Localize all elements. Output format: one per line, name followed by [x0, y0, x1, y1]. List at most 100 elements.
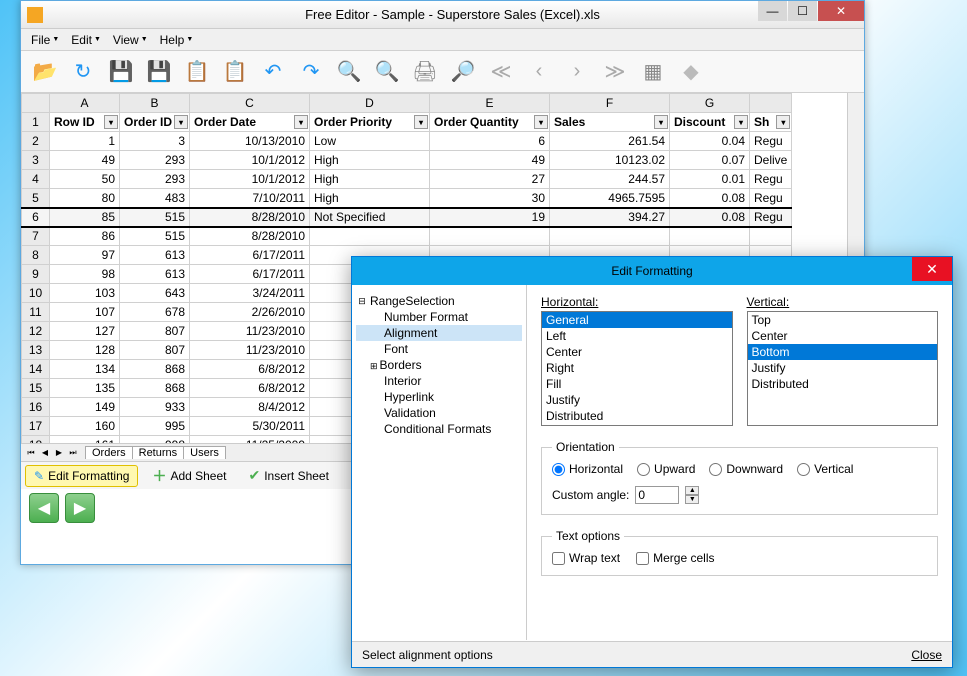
merge-cells-input[interactable]: [636, 552, 649, 565]
zoom-in-icon[interactable]: 🔍: [335, 58, 363, 86]
sheet-tab[interactable]: Orders: [85, 446, 133, 459]
cell[interactable]: 6: [430, 132, 550, 151]
prev-icon[interactable]: ‹: [525, 58, 553, 86]
cell[interactable]: 293: [120, 170, 190, 189]
menu-help[interactable]: Help▼: [154, 31, 200, 49]
collapse-icon[interactable]: ⊟: [356, 296, 368, 307]
list-item[interactable]: Center Across Selection: [542, 424, 732, 426]
filter-dropdown-icon[interactable]: ▾: [534, 115, 548, 129]
filter-dropdown-icon[interactable]: ▾: [294, 115, 308, 129]
column-header-cell[interactable]: Order Priority▾: [310, 113, 430, 132]
tab-first-icon[interactable]: ⏮: [25, 447, 37, 459]
col-header[interactable]: [750, 94, 792, 113]
paste-icon[interactable]: 📋: [221, 58, 249, 86]
list-item[interactable]: Left: [542, 328, 732, 344]
radio-downward-input[interactable]: [709, 463, 722, 476]
row-header[interactable]: 13: [22, 341, 50, 360]
cell[interactable]: 6/17/2011: [190, 246, 310, 265]
cell[interactable]: 0.04: [670, 132, 750, 151]
shapes-icon[interactable]: ◆: [677, 58, 705, 86]
edit-formatting-button[interactable]: ✎Edit Formatting: [25, 465, 138, 487]
row-header[interactable]: 7: [22, 227, 50, 246]
nav-back-button[interactable]: ◀: [29, 493, 59, 523]
cell[interactable]: 49: [430, 151, 550, 170]
cell[interactable]: High: [310, 170, 430, 189]
cell[interactable]: 50: [50, 170, 120, 189]
cell[interactable]: [430, 227, 550, 246]
tree-item[interactable]: Hyperlink: [356, 389, 522, 405]
zoom-out-icon[interactable]: 🔍: [373, 58, 401, 86]
last-icon[interactable]: ≫: [601, 58, 629, 86]
cell[interactable]: Low: [310, 132, 430, 151]
sheet-tab[interactable]: Returns: [132, 446, 185, 459]
cell[interactable]: 10123.02: [550, 151, 670, 170]
cell[interactable]: 0.08: [670, 208, 750, 227]
tree-item[interactable]: Borders: [356, 357, 522, 373]
menu-edit[interactable]: Edit▼: [65, 31, 107, 49]
row-header[interactable]: 4: [22, 170, 50, 189]
column-header-cell[interactable]: Order Quantity▾: [430, 113, 550, 132]
filter-dropdown-icon[interactable]: ▾: [776, 115, 790, 129]
row-header[interactable]: 18: [22, 436, 50, 444]
cell[interactable]: 135: [50, 379, 120, 398]
radio-vertical[interactable]: Vertical: [797, 462, 853, 476]
col-header[interactable]: A: [50, 94, 120, 113]
radio-horizontal[interactable]: Horizontal: [552, 462, 623, 476]
tree-item[interactable]: Font: [356, 341, 522, 357]
col-header[interactable]: F: [550, 94, 670, 113]
filter-dropdown-icon[interactable]: ▾: [414, 115, 428, 129]
cell[interactable]: 19: [430, 208, 550, 227]
cell[interactable]: 30: [430, 189, 550, 208]
tree-root-item[interactable]: ⊟RangeSelection: [356, 293, 522, 309]
cell[interactable]: Not Specified: [310, 208, 430, 227]
insert-sheet-button[interactable]: ✔Insert Sheet: [240, 464, 336, 487]
nav-forward-button[interactable]: ▶: [65, 493, 95, 523]
cell[interactable]: 868: [120, 379, 190, 398]
filter-dropdown-icon[interactable]: ▾: [654, 115, 668, 129]
cell[interactable]: 394.27: [550, 208, 670, 227]
cell[interactable]: 868: [120, 360, 190, 379]
redo-icon[interactable]: ↷: [297, 58, 325, 86]
cell[interactable]: 2/26/2010: [190, 303, 310, 322]
row-header[interactable]: 11: [22, 303, 50, 322]
list-item[interactable]: Justify: [542, 392, 732, 408]
tree-item[interactable]: Alignment: [356, 325, 522, 341]
list-item[interactable]: Right: [542, 360, 732, 376]
cell[interactable]: 4965.7595: [550, 189, 670, 208]
cell[interactable]: 643: [120, 284, 190, 303]
col-header[interactable]: E: [430, 94, 550, 113]
list-item[interactable]: Center: [748, 328, 938, 344]
cell[interactable]: Regu: [750, 208, 792, 227]
horizontal-listbox[interactable]: GeneralLeftCenterRightFillJustifyDistrib…: [541, 311, 733, 426]
cell[interactable]: 86: [50, 227, 120, 246]
row-header[interactable]: 1: [22, 113, 50, 132]
cell[interactable]: 515: [120, 227, 190, 246]
list-item[interactable]: General: [542, 312, 732, 328]
cell[interactable]: 10/13/2010: [190, 132, 310, 151]
category-tree[interactable]: ⊟RangeSelection Number FormatAlignmentFo…: [352, 285, 527, 640]
wrap-text-input[interactable]: [552, 552, 565, 565]
cell[interactable]: 149: [50, 398, 120, 417]
row-header[interactable]: 14: [22, 360, 50, 379]
sheet-tab[interactable]: Users: [183, 446, 226, 459]
close-button[interactable]: ✕: [818, 1, 864, 21]
minimize-button[interactable]: —: [758, 1, 787, 21]
first-icon[interactable]: ≪: [487, 58, 515, 86]
col-header[interactable]: G: [670, 94, 750, 113]
column-header-cell[interactable]: Sales▾: [550, 113, 670, 132]
merge-cells-checkbox[interactable]: Merge cells: [636, 551, 714, 565]
cell[interactable]: 6/8/2012: [190, 360, 310, 379]
cell[interactable]: 11/23/2010: [190, 322, 310, 341]
cell[interactable]: 998: [120, 436, 190, 444]
cell[interactable]: 11/25/2009: [190, 436, 310, 444]
row-header[interactable]: 8: [22, 246, 50, 265]
save-icon[interactable]: 💾: [107, 58, 135, 86]
tree-item[interactable]: Validation: [356, 405, 522, 421]
cell[interactable]: [750, 227, 792, 246]
spinner-down-icon[interactable]: ▼: [685, 495, 699, 504]
refresh-icon[interactable]: ↻: [69, 58, 97, 86]
copy-icon[interactable]: 📋: [183, 58, 211, 86]
cell[interactable]: 3/24/2011: [190, 284, 310, 303]
column-header-cell[interactable]: Order Date▾: [190, 113, 310, 132]
close-link[interactable]: Close: [911, 648, 942, 662]
